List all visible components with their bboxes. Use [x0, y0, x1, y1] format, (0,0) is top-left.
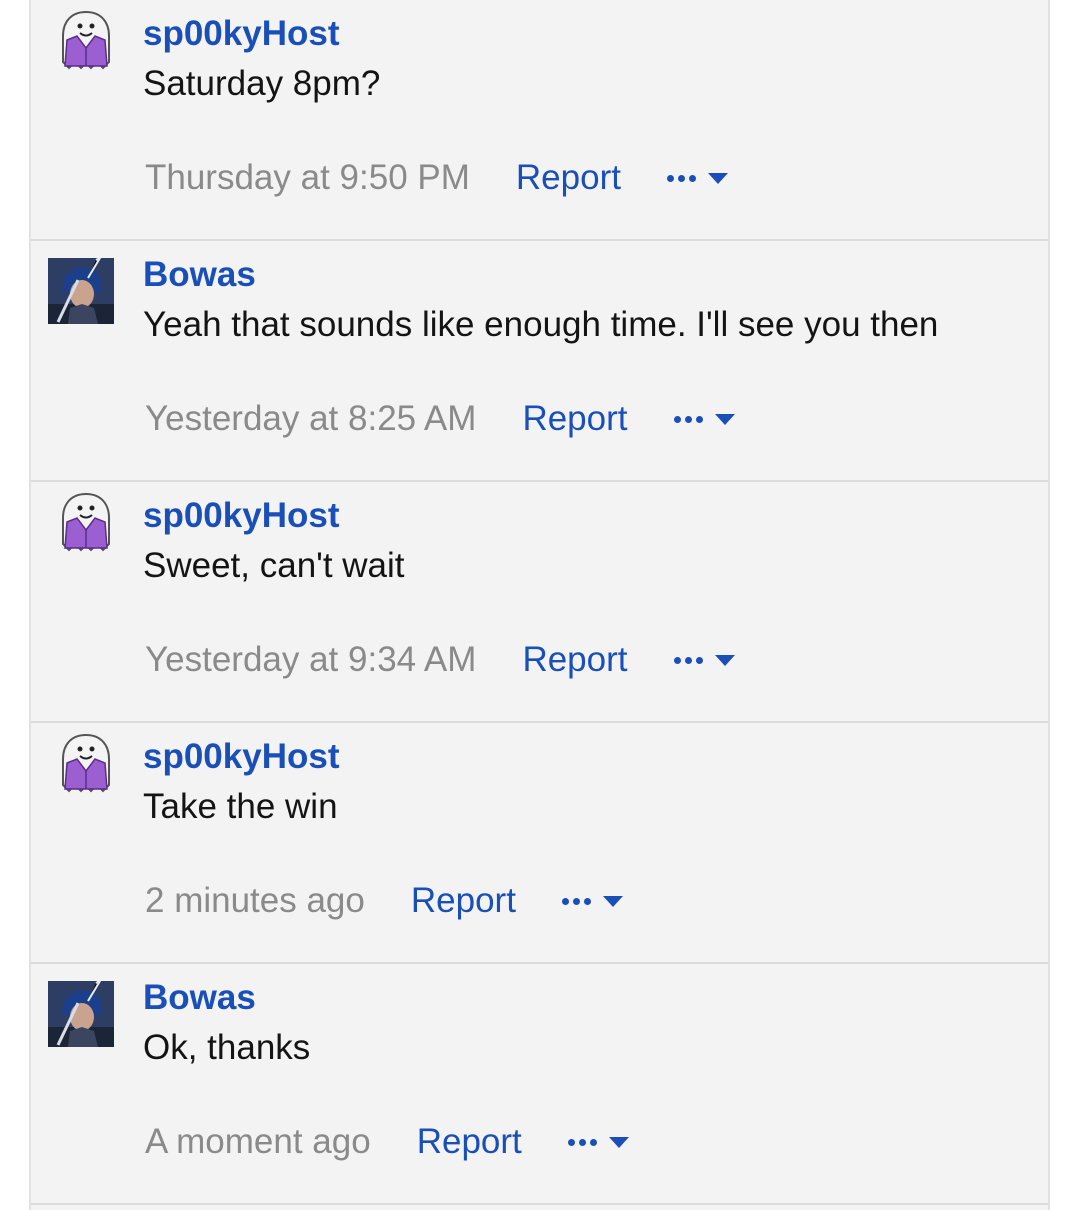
message-post: Bowas Yeah that sounds like enough time.… — [31, 241, 1048, 482]
message-text: Take the win — [143, 787, 338, 826]
photo-avatar[interactable] — [48, 981, 114, 1047]
timestamp[interactable]: Thursday at 9:50 PM — [145, 157, 470, 199]
author-name[interactable]: Bowas — [143, 255, 256, 295]
message-meta: A moment ago Report — [145, 1121, 629, 1163]
message-text: Sweet, can't wait — [143, 546, 405, 585]
message-text: Yeah that sounds like enough time. I'll … — [143, 305, 939, 344]
ellipsis-icon — [673, 656, 703, 664]
author-name[interactable]: sp00kyHost — [143, 496, 339, 536]
message-meta: 2 minutes ago Report — [145, 880, 623, 922]
more-actions-button[interactable] — [561, 895, 623, 907]
more-actions-button[interactable] — [673, 654, 735, 666]
caret-down-icon — [602, 895, 623, 907]
message-thread: sp00kyHost Saturday 8pm? Thursday at 9:5… — [29, 0, 1050, 1210]
caret-down-icon — [608, 1136, 629, 1148]
message-meta: Thursday at 9:50 PM Report — [145, 157, 728, 199]
author-name[interactable]: Bowas — [143, 978, 256, 1018]
message-post: sp00kyHost Saturday 8pm? Thursday at 9:5… — [31, 0, 1048, 241]
report-link[interactable]: Report — [522, 398, 627, 440]
author-name[interactable]: sp00kyHost — [143, 737, 339, 777]
ellipsis-icon — [567, 1138, 597, 1146]
photo-avatar[interactable] — [48, 258, 114, 324]
report-link[interactable]: Report — [417, 1121, 522, 1163]
author-name[interactable]: sp00kyHost — [143, 14, 339, 54]
message-meta: Yesterday at 9:34 AM Report — [145, 639, 735, 681]
report-link[interactable]: Report — [522, 639, 627, 681]
caret-down-icon — [707, 172, 728, 184]
ghost-avatar[interactable] — [53, 731, 119, 797]
report-link[interactable]: Report — [411, 880, 516, 922]
message-post: sp00kyHost Sweet, can't wait Yesterday a… — [31, 482, 1048, 723]
message-post: Bowas Ok, thanks A moment ago Report — [31, 964, 1048, 1205]
more-actions-button[interactable] — [567, 1136, 629, 1148]
caret-down-icon — [714, 654, 735, 666]
ghost-avatar[interactable] — [53, 8, 119, 74]
timestamp[interactable]: Yesterday at 9:34 AM — [145, 639, 476, 681]
ellipsis-icon — [673, 415, 703, 423]
message-text: Saturday 8pm? — [143, 64, 381, 103]
message-meta: Yesterday at 8:25 AM Report — [145, 398, 735, 440]
timestamp[interactable]: Yesterday at 8:25 AM — [145, 398, 476, 440]
timestamp[interactable]: 2 minutes ago — [145, 880, 365, 922]
caret-down-icon — [714, 413, 735, 425]
ellipsis-icon — [561, 897, 591, 905]
message-text: Ok, thanks — [143, 1028, 311, 1067]
timestamp[interactable]: A moment ago — [145, 1121, 371, 1163]
report-link[interactable]: Report — [516, 157, 621, 199]
ghost-avatar[interactable] — [53, 490, 119, 556]
more-actions-button[interactable] — [666, 172, 728, 184]
message-post: sp00kyHost Take the win 2 minutes ago Re… — [31, 723, 1048, 964]
more-actions-button[interactable] — [673, 413, 735, 425]
ellipsis-icon — [666, 174, 696, 182]
